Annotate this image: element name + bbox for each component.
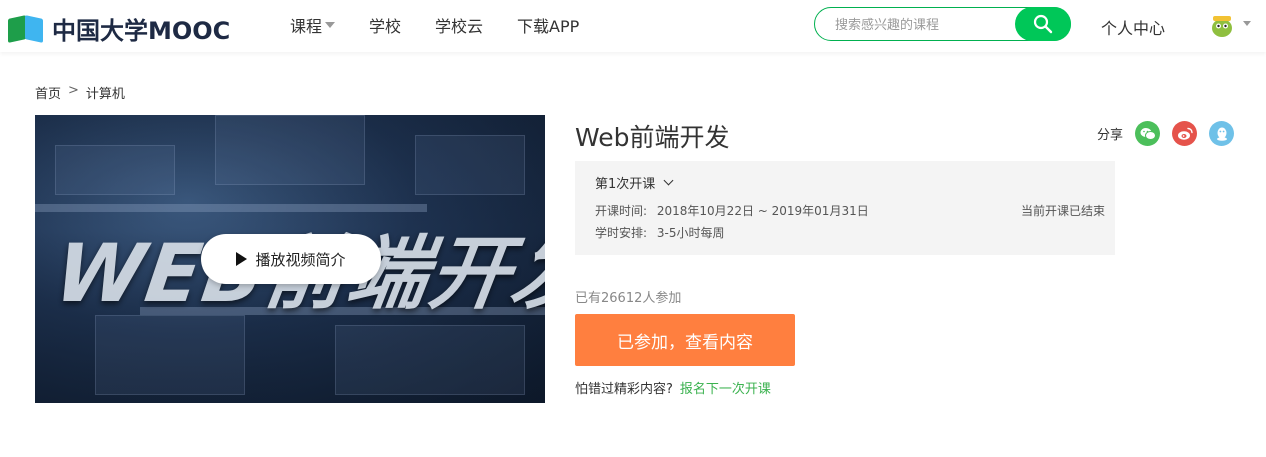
next-term-text: 怕错过精彩内容? bbox=[575, 382, 673, 397]
term-hours-row: 学时安排: 3-5小时每周 bbox=[595, 224, 724, 241]
term-time-label: 开课时间: bbox=[595, 204, 648, 218]
site-logo[interactable]: 中国大学MOOC bbox=[8, 11, 230, 46]
term-selected-label: 第1次开课 bbox=[595, 177, 656, 192]
play-button-label: 播放视频简介 bbox=[255, 250, 346, 269]
search-icon bbox=[1033, 14, 1053, 34]
cover-decoration bbox=[215, 115, 365, 185]
play-icon bbox=[236, 252, 248, 266]
main-nav: 课程 学校 学校云 下载APP bbox=[290, 13, 613, 37]
nav-item-courses[interactable]: 课程 bbox=[290, 13, 336, 37]
nav-item-download-app[interactable]: 下载APP bbox=[517, 13, 579, 37]
personal-center-link[interactable]: 个人中心 bbox=[1101, 15, 1165, 39]
share-label: 分享 bbox=[1097, 128, 1124, 143]
search-box bbox=[814, 7, 1071, 41]
term-time-row: 开课时间: 2018年10月22日 ~ 2019年01月31日 bbox=[595, 202, 869, 219]
share-qq-button[interactable] bbox=[1209, 121, 1235, 146]
share-bar: 分享 bbox=[1097, 121, 1235, 146]
term-info-box: 第1次开课 开课时间: 2018年10月22日 ~ 2019年01月31日 学时… bbox=[575, 161, 1115, 255]
nav-item-label: 下载APP bbox=[517, 17, 580, 36]
caret-down-icon[interactable] bbox=[1243, 21, 1251, 26]
qq-icon bbox=[1216, 127, 1227, 141]
term-time-value: 2018年10月22日 ~ 2019年01月31日 bbox=[656, 204, 869, 218]
course-video[interactable]: WEB前端开发 播放视频简介 bbox=[35, 115, 545, 403]
breadcrumb-category[interactable]: 计算机 bbox=[86, 83, 125, 102]
cover-decoration bbox=[95, 315, 245, 395]
nav-item-label: 学校云 bbox=[435, 17, 484, 36]
caret-down-icon bbox=[325, 22, 336, 28]
breadcrumb: 首页 > 计算机 bbox=[35, 83, 125, 102]
enroll-count: 已有26612人参加 bbox=[575, 291, 682, 306]
term-hours-value: 3-5小时每周 bbox=[656, 226, 725, 240]
nav-item-label: 学校 bbox=[369, 17, 402, 36]
breadcrumb-separator: > bbox=[68, 83, 79, 98]
wechat-icon bbox=[1140, 127, 1156, 140]
nav-item-label: 课程 bbox=[290, 17, 323, 36]
avatar[interactable] bbox=[1208, 11, 1236, 39]
logo-text: 中国大学MOOC bbox=[52, 17, 231, 45]
play-intro-video-button[interactable]: 播放视频简介 bbox=[201, 234, 381, 284]
search-button[interactable] bbox=[1015, 7, 1071, 41]
course-title: Web前端开发 bbox=[575, 123, 730, 152]
cover-decoration bbox=[415, 135, 525, 195]
cover-decoration bbox=[55, 145, 175, 195]
nav-item-schools[interactable]: 学校 bbox=[369, 13, 401, 37]
cover-decoration bbox=[335, 325, 525, 395]
avatar-icon bbox=[1208, 11, 1236, 39]
weibo-icon bbox=[1177, 127, 1193, 140]
top-header: 中国大学MOOC 课程 学校 学校云 下载APP 个人中心 bbox=[0, 0, 1266, 52]
share-weibo-button[interactable] bbox=[1172, 121, 1198, 146]
share-wechat-button[interactable] bbox=[1135, 121, 1161, 146]
chevron-down-icon bbox=[663, 175, 674, 186]
view-content-button[interactable]: 已参加，查看内容 bbox=[575, 314, 795, 366]
term-selector[interactable]: 第1次开课 bbox=[595, 173, 674, 192]
search-input[interactable] bbox=[835, 15, 1015, 35]
next-term-prompt: 怕错过精彩内容? 报名下一次开课 bbox=[575, 378, 771, 397]
enroll-next-term-link[interactable]: 报名下一次开课 bbox=[680, 382, 771, 397]
logo-book-icon bbox=[8, 14, 48, 43]
term-status: 当前开课已结束 bbox=[1020, 204, 1105, 218]
term-hours-label: 学时安排: bbox=[595, 226, 648, 240]
breadcrumb-home[interactable]: 首页 bbox=[35, 83, 61, 102]
nav-item-school-cloud[interactable]: 学校云 bbox=[435, 13, 483, 37]
